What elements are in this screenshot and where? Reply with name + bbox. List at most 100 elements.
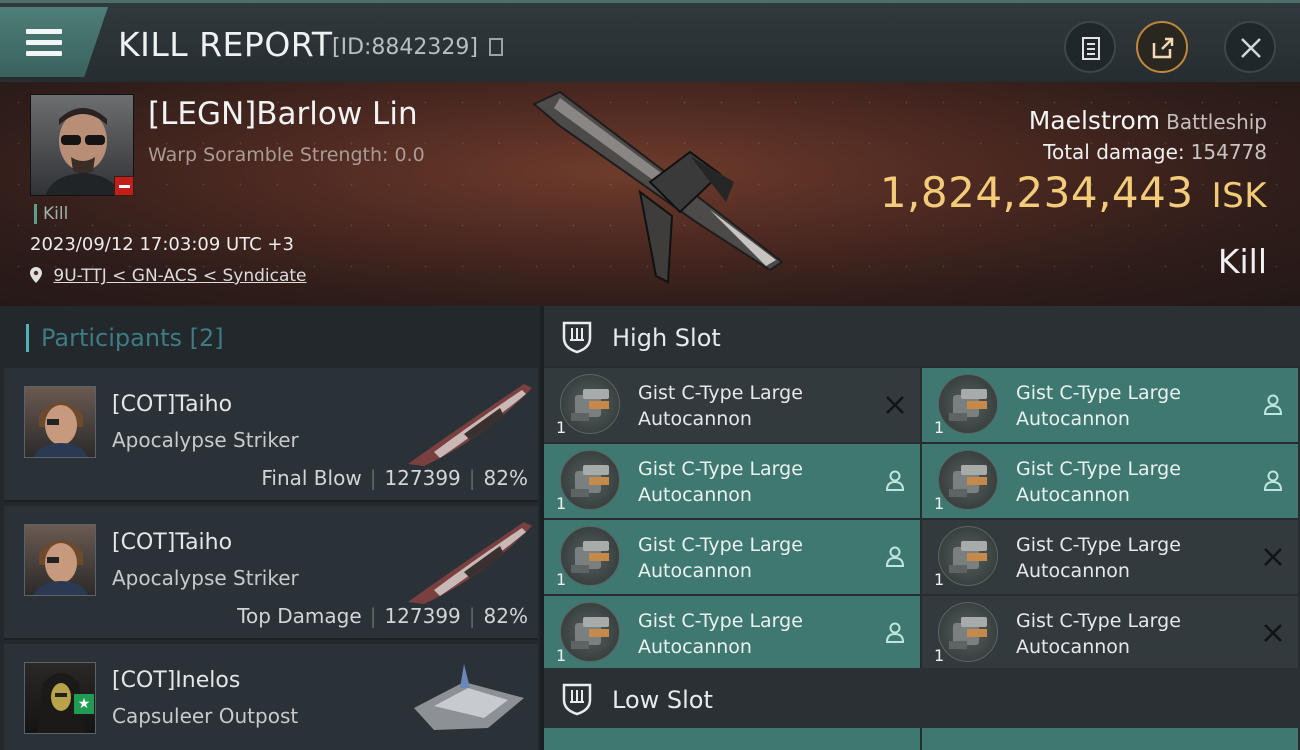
victim-name[interactable]: [LEGN]Barlow Lin <box>148 96 418 132</box>
module-quantity: 1 <box>934 570 945 589</box>
module-name: Gist C-Type Large Autocannon <box>1016 608 1236 660</box>
autocannon-icon <box>560 602 620 662</box>
share-icon <box>1152 37 1174 59</box>
ship-type: Maelstrom <box>1028 106 1161 135</box>
participants-heading: Participants [2] <box>26 324 224 352</box>
module-quantity: 1 <box>934 494 945 513</box>
low-slot-module[interactable] <box>544 728 920 750</box>
module-item[interactable]: 1 Gist C-Type Large Autocannon <box>922 444 1298 518</box>
dropped-person-icon <box>885 470 905 491</box>
module-name: Gist C-Type Large Autocannon <box>1016 532 1236 584</box>
participant-name: [COT]Inelos <box>112 668 241 693</box>
module-item[interactable]: 1 Gist C-Type Large Autocannon <box>922 368 1298 442</box>
module-quantity: 1 <box>556 418 567 437</box>
module-quantity: 1 <box>556 494 567 513</box>
module-name: Gist C-Type Large Autocannon <box>638 532 858 584</box>
dropped-person-icon <box>1263 394 1283 415</box>
participant-portrait <box>33 540 89 595</box>
participant-role: Final Blow <box>261 466 362 490</box>
module-name: Gist C-Type Large Autocannon <box>638 456 858 508</box>
module-item[interactable]: 1 Gist C-Type Large Autocannon <box>922 520 1298 594</box>
result-label: Kill <box>1217 242 1267 281</box>
total-damage: Total damage: 154778 <box>1043 140 1267 164</box>
participant-card[interactable]: [COT]Taiho Apocalypse Striker Top Damage… <box>4 506 538 640</box>
module-name-line1: Gist C-Type Large <box>638 458 803 480</box>
dropped-person-icon <box>1263 470 1283 491</box>
menu-button[interactable] <box>0 7 108 77</box>
autocannon-icon <box>560 374 620 434</box>
module-name-line2: Autocannon <box>1016 560 1130 582</box>
participant-damage: 127399 <box>384 604 461 628</box>
victim-ship-name[interactable]: Maelstrom Battleship <box>1029 106 1267 135</box>
module-name-line1: Gist C-Type Large <box>638 610 803 632</box>
module-name-line2: Autocannon <box>638 636 752 658</box>
autocannon-icon <box>938 526 998 586</box>
clipboard-button[interactable] <box>1064 21 1116 73</box>
module-name-line1: Gist C-Type Large <box>1016 382 1181 404</box>
participant-stats: Final Blow | 127399 | 82% <box>261 466 528 490</box>
module-name-line2: Autocannon <box>638 560 752 582</box>
module-name-line1: Gist C-Type Large <box>638 382 803 404</box>
module-item[interactable]: 1 Gist C-Type Large Autocannon <box>544 368 920 442</box>
participant-avatar <box>24 386 96 458</box>
module-item[interactable]: 1 Gist C-Type Large Autocannon <box>544 444 920 518</box>
close-icon <box>1241 38 1261 58</box>
autocannon-icon <box>560 450 620 510</box>
kill-datetime: 2023/09/12 17:03:09 UTC +3 <box>30 234 294 255</box>
ship-class: Battleship <box>1166 110 1267 134</box>
module-item[interactable]: 1 Gist C-Type Large Autocannon <box>544 596 920 670</box>
participant-card[interactable]: [COT]Taiho Apocalypse Striker Final Blow… <box>4 368 538 502</box>
shield-slot-icon <box>562 683 592 716</box>
victim-ship-image <box>532 90 784 284</box>
autocannon-icon <box>938 450 998 510</box>
participant-percent: 82% <box>483 466 528 490</box>
header-bar: KILL REPORT [ID:8842329] <box>0 0 1300 82</box>
participants-title: Participants <box>41 324 182 352</box>
warp-scramble-strength: Warp Soramble Strength: 0.0 <box>148 144 425 166</box>
dropped-person-icon <box>885 546 905 567</box>
module-quantity: 1 <box>934 646 945 665</box>
participant-ship-image <box>408 522 532 604</box>
destroyed-x-icon <box>886 396 904 414</box>
module-name-line2: Autocannon <box>638 408 752 430</box>
module-quantity: 1 <box>934 418 945 437</box>
module-name: Gist C-Type Large Autocannon <box>638 608 858 660</box>
dropped-person-icon <box>885 622 905 643</box>
close-button[interactable] <box>1224 21 1276 73</box>
low-slot-header: Low Slot <box>544 668 1300 728</box>
module-name: Gist C-Type Large Autocannon <box>638 380 858 432</box>
participant-ship: Apocalypse Striker <box>112 428 299 452</box>
participant-name: [COT]Taiho <box>112 392 233 417</box>
total-damage-value: 154778 <box>1190 140 1267 164</box>
high-slot-header: High Slot <box>544 306 1300 366</box>
kill-location[interactable]: 9U-TTJ < GN-ACS < Syndicate <box>30 266 307 286</box>
module-quantity: 1 <box>556 570 567 589</box>
participants-panel: Participants [2] [COT]Taiho Apocalypse S… <box>0 306 540 750</box>
isk-unit: ISK <box>1211 176 1267 216</box>
copy-icon[interactable] <box>489 38 503 56</box>
module-item[interactable]: 1 Gist C-Type Large Autocannon <box>922 596 1298 670</box>
module-item[interactable]: 1 Gist C-Type Large Autocannon <box>544 520 920 594</box>
participant-damage: 127399 <box>384 466 461 490</box>
page-title: KILL REPORT <box>118 25 333 64</box>
kill-tag: Kill <box>34 204 68 224</box>
participant-ship: Apocalypse Striker <box>112 566 299 590</box>
module-name-line1: Gist C-Type Large <box>1016 458 1181 480</box>
low-slot-module[interactable] <box>922 728 1298 750</box>
module-name: Gist C-Type Large Autocannon <box>1016 456 1236 508</box>
participant-name: [COT]Taiho <box>112 530 233 555</box>
location-pin-icon <box>30 267 42 283</box>
fitting-panel: High Slot 1 Gist C-Type Large Autocannon 1 G… <box>544 306 1300 750</box>
module-name-line2: Autocannon <box>1016 636 1130 658</box>
autocannon-icon <box>938 374 998 434</box>
report-id-text: [ID:8842329] <box>332 35 478 60</box>
participant-percent: 82% <box>483 604 528 628</box>
participant-card[interactable]: ★ [COT]Inelos Capsuleer Outpost <box>4 644 538 750</box>
module-name-line2: Autocannon <box>1016 408 1130 430</box>
destroyed-x-icon <box>1264 624 1282 642</box>
share-button[interactable] <box>1136 21 1188 73</box>
clipboard-icon <box>1082 37 1100 60</box>
isk-amount: 1,824,234,443 <box>879 168 1194 217</box>
module-name-line2: Autocannon <box>1016 484 1130 506</box>
location-text: 9U-TTJ < GN-ACS < Syndicate <box>53 266 307 286</box>
